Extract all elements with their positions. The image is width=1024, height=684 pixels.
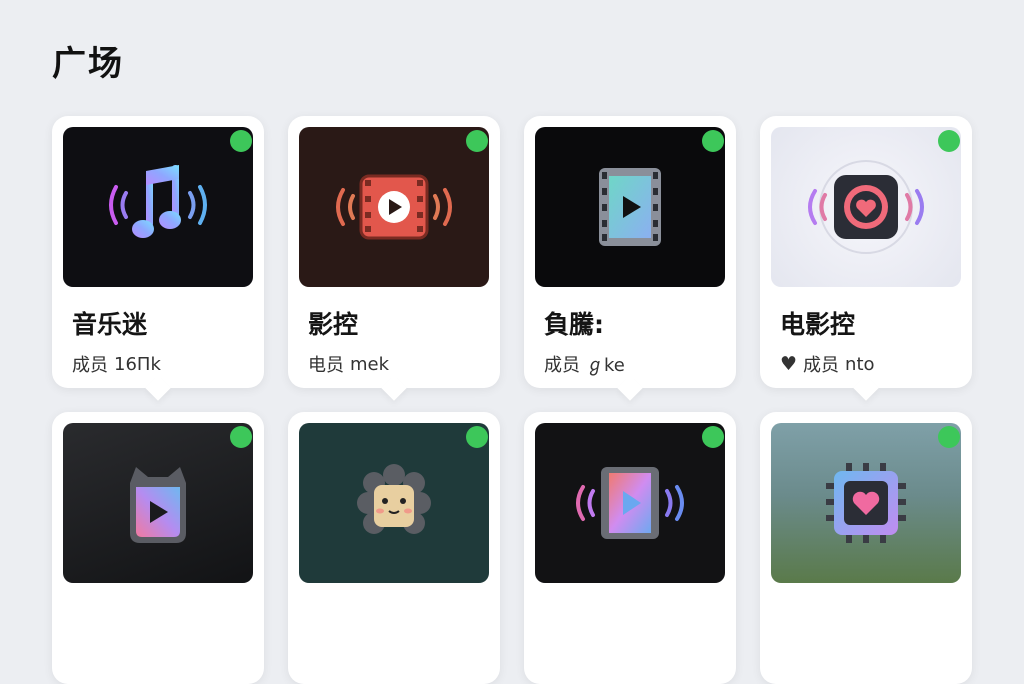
online-status-dot <box>938 426 960 448</box>
group-card-music-fans[interactable]: 音乐迷 成员 16Πk <box>52 116 264 388</box>
film-strip-icon <box>585 162 675 252</box>
member-label: 成员 <box>72 355 108 376</box>
member-count: 16Πk <box>114 353 161 375</box>
online-status-dot <box>230 426 252 448</box>
chip-heart-icon <box>816 453 916 553</box>
online-status-dot <box>466 130 488 152</box>
group-thumbnail <box>63 127 253 287</box>
group-title: 音乐迷 <box>72 310 148 339</box>
group-member-info: ♥ 成员 nto <box>780 351 961 377</box>
group-card-8[interactable] <box>760 412 972 684</box>
group-thumbnail <box>771 127 961 287</box>
member-count: ℊke <box>586 355 625 376</box>
lion-mascot-icon <box>344 453 444 553</box>
member-count: mek <box>350 353 390 375</box>
group-member-info: 电员 mek <box>308 351 489 377</box>
group-card-5[interactable] <box>52 412 264 684</box>
group-thumbnail <box>63 423 253 583</box>
group-card-3[interactable]: 負騰: 成员 ℊke <box>524 116 736 388</box>
group-member-info: 成员 ℊke <box>544 351 725 377</box>
online-status-dot <box>702 130 724 152</box>
group-thumbnail <box>535 423 725 583</box>
group-card-7[interactable] <box>524 412 736 684</box>
film-gradient-icon <box>565 453 695 553</box>
group-thumbnail <box>299 423 489 583</box>
group-card-film-control[interactable]: 影控 电员 mek <box>288 116 500 388</box>
group-card-movie-fans[interactable]: 电影控 ♥ 成员 nto <box>760 116 972 388</box>
online-status-dot <box>938 130 960 152</box>
cat-play-icon <box>108 453 208 553</box>
group-thumbnail <box>299 127 489 287</box>
heart-play-icon <box>801 157 931 257</box>
music-note-icon <box>98 157 218 257</box>
group-title: 电影控 <box>780 310 856 339</box>
group-grid: 音乐迷 成员 16Πk 影控 电员 mek 負騰: 成员 ℊke 电影控 ♥ 成… <box>52 116 972 684</box>
group-title: 影控 <box>308 310 359 339</box>
heart-icon: ♥ <box>780 353 798 375</box>
group-member-info: 成员 16Πk <box>72 351 253 377</box>
group-title: 負騰: <box>544 310 604 339</box>
member-count: nto <box>845 353 875 375</box>
video-play-icon <box>329 162 459 252</box>
online-status-dot <box>702 426 724 448</box>
group-thumbnail <box>535 127 725 287</box>
page-title: 广场 <box>52 44 124 84</box>
group-thumbnail <box>771 423 961 583</box>
online-status-dot <box>466 426 488 448</box>
member-label: 电员 <box>308 355 344 376</box>
online-status-dot <box>230 130 252 152</box>
member-label: 成员 <box>544 355 580 376</box>
group-card-6[interactable] <box>288 412 500 684</box>
member-label: 成员 <box>803 355 840 376</box>
